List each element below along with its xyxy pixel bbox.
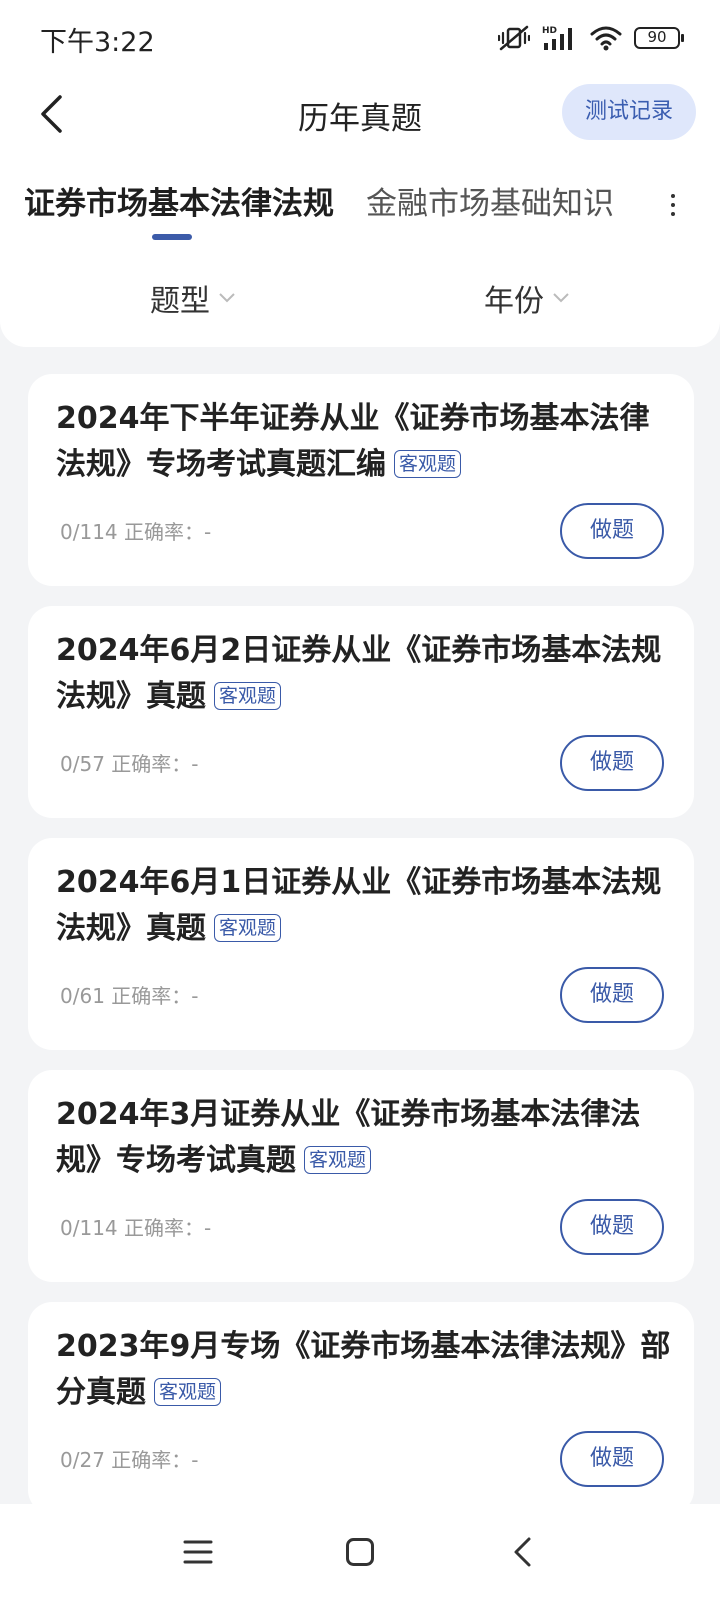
paper-title: 2024年6月1日证券从业《证券市场基本法规法规》真题 客观题 — [56, 865, 662, 946]
accuracy-label: 正确率： — [111, 752, 192, 776]
back-icon — [514, 1537, 531, 1567]
paper-stats: 0/114 正确率：- — [60, 516, 211, 545]
svg-text:HD: HD — [542, 26, 557, 36]
paper-stats: 0/27 正确率：- — [60, 1444, 199, 1473]
practice-button[interactable]: 做题 — [560, 1199, 664, 1255]
paper-card[interactable]: 2024年下半年证券从业《证券市场基本法律法规》专场考试真题汇编 客观题 0/11… — [28, 374, 694, 586]
battery-icon: 90 — [634, 27, 684, 49]
year-filter[interactable]: 年份 — [484, 276, 570, 320]
nav-menu-button[interactable] — [176, 1530, 220, 1574]
year-label: 年份 — [484, 284, 544, 319]
wifi-icon — [590, 25, 622, 51]
menu-icon — [183, 1540, 213, 1564]
paper-title: 2024年3月证券从业《证券市场基本法律法规》专场考试真题 客观题 — [56, 1097, 641, 1178]
system-nav-bar — [0, 1504, 720, 1600]
active-tab-indicator — [152, 234, 192, 240]
objective-tag: 客观题 — [214, 914, 282, 942]
accuracy-value: - — [204, 520, 212, 544]
progress-count: 0/27 — [60, 1448, 105, 1472]
question-type-label: 题型 — [150, 284, 210, 319]
status-bar: 下午3:22 HD 90 — [0, 0, 720, 78]
paper-title: 2023年9月专场《证券市场基本法律法规》部分真题 客观题 — [56, 1329, 671, 1410]
accuracy-value: - — [191, 1448, 199, 1472]
accuracy-label: 正确率： — [111, 1448, 192, 1472]
paper-card[interactable]: 2023年9月专场《证券市场基本法律法规》部分真题 客观题 0/27 正确率：- … — [28, 1302, 694, 1514]
paper-stats: 0/114 正确率：- — [60, 1212, 211, 1241]
paper-card[interactable]: 2024年6月2日证券从业《证券市场基本法规法规》真题 客观题 0/57 正确率：… — [28, 606, 694, 818]
accuracy-label: 正确率： — [111, 984, 192, 1008]
paper-card[interactable]: 2024年3月证券从业《证券市场基本法律法规》专场考试真题 客观题 0/114 正… — [28, 1070, 694, 1282]
progress-count: 0/61 — [60, 984, 105, 1008]
accuracy-value: - — [191, 752, 199, 776]
status-icons: HD 90 — [498, 22, 684, 54]
practice-button[interactable]: 做题 — [560, 503, 664, 559]
accuracy-value: - — [191, 984, 199, 1008]
paper-card[interactable]: 2024年6月1日证券从业《证券市场基本法规法规》真题 客观题 0/61 正确率：… — [28, 838, 694, 1050]
practice-button[interactable]: 做题 — [560, 967, 664, 1023]
test-record-button[interactable]: 测试记录 — [562, 84, 696, 140]
nav-home-button[interactable] — [338, 1530, 382, 1574]
accuracy-label: 正确率： — [124, 1216, 204, 1240]
progress-count: 0/114 — [60, 520, 118, 544]
hd-signal-icon: HD — [542, 24, 578, 52]
nav-back-button[interactable] — [500, 1530, 544, 1574]
more-icon[interactable] — [666, 190, 680, 220]
accuracy-value: - — [204, 1216, 212, 1240]
practice-button[interactable]: 做题 — [560, 1431, 664, 1487]
chevron-down-icon — [553, 293, 569, 303]
question-type-filter[interactable]: 题型 — [150, 276, 236, 320]
objective-tag: 客观题 — [394, 450, 462, 478]
progress-count: 0/57 — [60, 752, 105, 776]
mute-vibrate-icon — [498, 24, 530, 52]
objective-tag: 客观题 — [304, 1146, 372, 1174]
paper-stats: 0/57 正确率：- — [60, 748, 199, 777]
accuracy-label: 正确率： — [124, 520, 204, 544]
progress-count: 0/114 — [60, 1216, 118, 1240]
paper-title: 2024年6月2日证券从业《证券市场基本法规法规》真题 客观题 — [56, 633, 662, 714]
home-icon — [346, 1538, 374, 1566]
tab-securities-law[interactable]: 证券市场基本法律法规 — [24, 178, 334, 223]
objective-tag: 客观题 — [154, 1378, 222, 1406]
status-time: 下午3:22 — [40, 27, 155, 58]
paper-stats: 0/61 正确率：- — [60, 980, 199, 1009]
objective-tag: 客观题 — [214, 682, 282, 710]
chevron-down-icon — [219, 293, 235, 303]
subject-tabs: 证券市场基本法律法规 金融市场基础知识 — [0, 178, 720, 248]
tab-financial-market-basics[interactable]: 金融市场基础知识 — [366, 178, 614, 223]
paper-title: 2024年下半年证券从业《证券市场基本法律法规》专场考试真题汇编 客观题 — [56, 401, 650, 482]
practice-button[interactable]: 做题 — [560, 735, 664, 791]
